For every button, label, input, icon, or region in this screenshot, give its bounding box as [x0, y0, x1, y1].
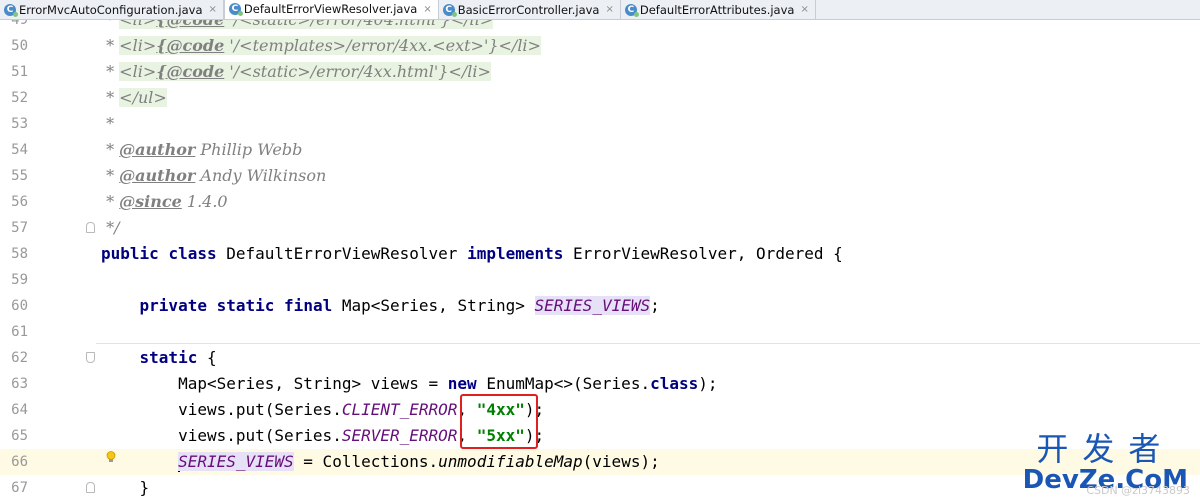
line-number: 53 [11, 116, 28, 132]
line-number: 58 [11, 246, 28, 262]
code-text: * <li>{@code '/<templates>/error/4xx.<ex… [101, 36, 541, 55]
code-editor[interactable]: 49 * <li>{@code '/<static>/error/404.htm… [0, 20, 1200, 500]
close-icon[interactable]: × [605, 4, 613, 15]
java-class-icon: C [624, 3, 639, 17]
code-line: 60 private static final Map<Series, Stri… [0, 293, 1200, 319]
code-text: */ [101, 218, 120, 237]
code-text: public class DefaultErrorViewResolver im… [101, 244, 843, 263]
code-line: 51 * <li>{@code '/<static>/error/4xx.htm… [0, 59, 1200, 85]
code-text: static { [139, 348, 217, 367]
line-number: 63 [11, 376, 28, 392]
line-number: 50 [11, 38, 28, 54]
tab-label: BasicErrorController.java [457, 2, 600, 17]
code-text: private static final Map<Series, String>… [139, 296, 660, 315]
fold-icon[interactable] [86, 222, 95, 233]
tab-label: DefaultErrorAttributes.java [639, 2, 795, 17]
code-line: 65 views.put(Series.SERVER_ERROR, "5xx")… [0, 423, 1200, 449]
code-line: 54 * @author Phillip Webb [0, 137, 1200, 163]
close-icon[interactable]: × [209, 4, 217, 15]
close-icon[interactable]: × [800, 4, 808, 15]
java-class-icon: C [228, 3, 243, 16]
code-text: * <li>{@code '/<static>/error/4xx.html'}… [101, 62, 491, 81]
code-line: 63 Map<Series, String> views = new EnumM… [0, 371, 1200, 397]
code-line: 62 static { [0, 345, 1200, 371]
code-line: 56 * @since 1.4.0 [0, 189, 1200, 215]
code-line: 58 public class DefaultErrorViewResolver… [0, 241, 1200, 267]
line-number: 60 [11, 298, 28, 314]
code-text: * </ul> [101, 88, 167, 107]
line-number: 56 [11, 194, 28, 210]
tab-default-error-attributes[interactable]: C DefaultErrorAttributes.java × [621, 0, 816, 19]
line-number: 67 [11, 480, 28, 496]
lightbulb-icon[interactable] [106, 451, 116, 463]
fold-icon[interactable] [86, 352, 95, 363]
code-line-current: 66 SERIES_VIEWS = Collections.unmodifiab… [0, 449, 1200, 475]
line-number: 54 [11, 142, 28, 158]
csdn-watermark: CSDN @zl3743893 [1086, 484, 1190, 497]
line-number: 57 [11, 220, 28, 236]
line-number: 66 [11, 454, 28, 470]
highlight-box [460, 394, 538, 449]
watermark-cn: 开发者 [1036, 430, 1175, 468]
method-separator [96, 343, 1200, 344]
line-number: 61 [11, 324, 28, 340]
tab-label: ErrorMvcAutoConfiguration.java [19, 2, 203, 17]
line-number: 49 [11, 20, 28, 28]
line-number: 62 [11, 350, 28, 366]
code-text: * @author Andy Wilkinson [101, 166, 327, 185]
tab-label: DefaultErrorViewResolver.java [243, 2, 418, 16]
code-text: * @author Phillip Webb [101, 140, 303, 159]
code-line: 53 * [0, 111, 1200, 137]
line-number: 55 [11, 168, 28, 184]
line-number: 59 [11, 272, 28, 288]
fold-icon[interactable] [86, 482, 95, 493]
java-class-icon: C [4, 3, 18, 17]
code-line: 67 } [0, 475, 1200, 500]
code-text: * [101, 114, 115, 133]
tab-default-error-view-resolver[interactable]: C DefaultErrorViewResolver.java × [223, 0, 439, 19]
code-line: 50 * <li>{@code '/<templates>/error/4xx.… [0, 33, 1200, 59]
editor-tab-bar: C ErrorMvcAutoConfiguration.java × C Def… [0, 0, 1200, 20]
line-number: 51 [11, 64, 28, 80]
code-text: Map<Series, String> views = new EnumMap<… [178, 374, 718, 393]
java-class-icon: C [442, 3, 457, 17]
close-icon[interactable]: × [423, 4, 431, 15]
code-text: * <li>{@code '/<static>/error/404.html'}… [101, 20, 494, 33]
code-line: 64 views.put(Series.CLIENT_ERROR, "4xx")… [0, 397, 1200, 423]
code-text: * @since 1.4.0 [101, 192, 228, 211]
code-line: 55 * @author Andy Wilkinson [0, 163, 1200, 189]
tab-error-mvc-auto-configuration[interactable]: C ErrorMvcAutoConfiguration.java × [0, 0, 224, 19]
code-line: 59 [0, 267, 1200, 293]
code-line: 49 * <li>{@code '/<static>/error/404.htm… [0, 20, 1200, 33]
code-text: SERIES_VIEWS = Collections.unmodifiableM… [178, 452, 660, 472]
code-line: 61 [0, 319, 1200, 345]
code-line: 57 */ [0, 215, 1200, 241]
code-line: 52 * </ul> [0, 85, 1200, 111]
line-number: 64 [11, 402, 28, 418]
tab-basic-error-controller[interactable]: C BasicErrorController.java × [439, 0, 621, 19]
line-number: 65 [11, 428, 28, 444]
line-number: 52 [11, 90, 28, 106]
code-text: } [139, 478, 150, 497]
